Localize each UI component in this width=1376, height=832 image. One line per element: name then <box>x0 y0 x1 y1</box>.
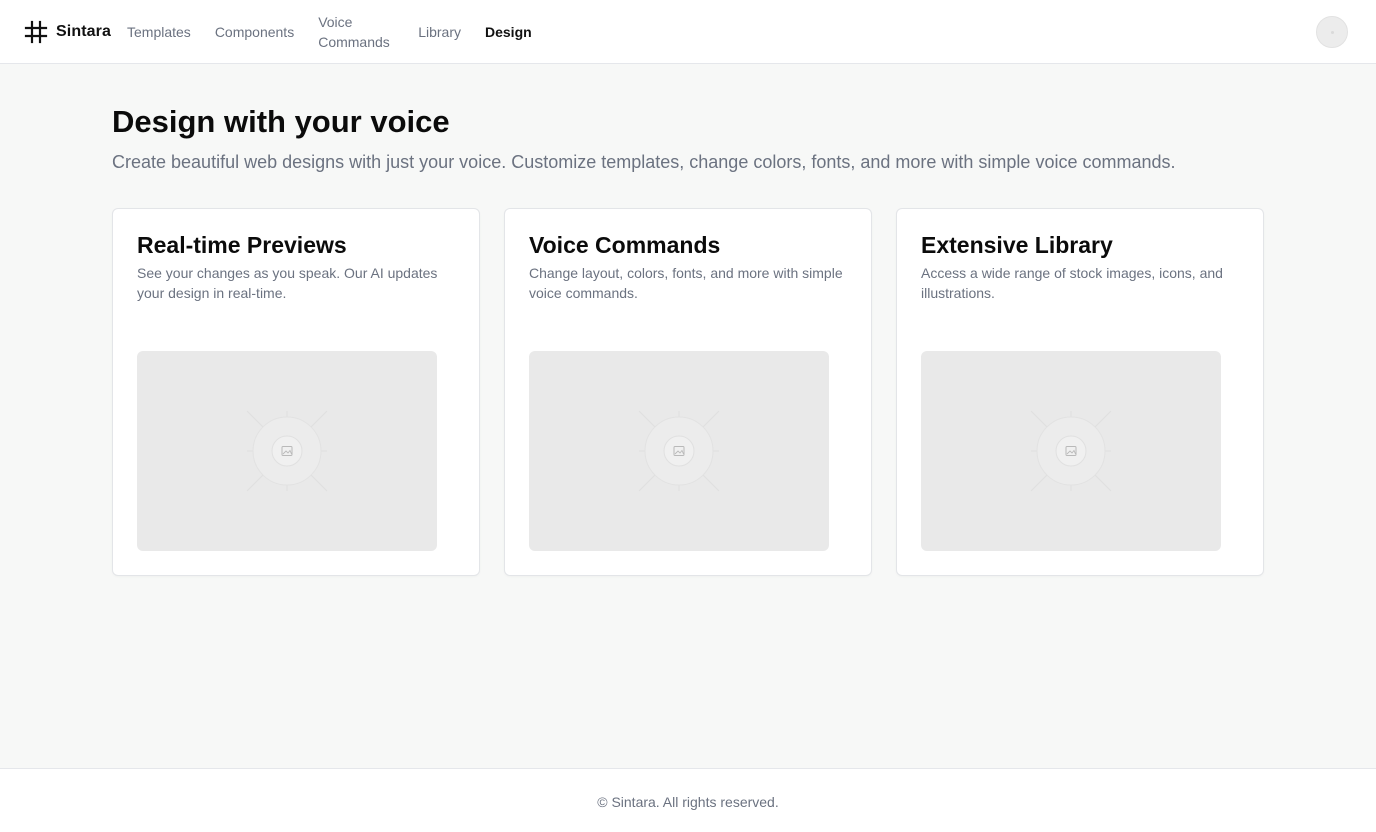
card-image-placeholder <box>137 351 437 551</box>
page-title: Design with your voice <box>112 104 450 139</box>
top-navigation-bar: Sintara Templates Components Voice Comma… <box>0 0 1376 64</box>
nav-voice-commands-link[interactable]: Voice Commands <box>318 12 394 52</box>
hash-grid-icon <box>24 20 48 44</box>
user-avatar-icon[interactable] <box>1316 16 1348 48</box>
main-nav: Templates Components Voice Commands Libr… <box>127 0 532 64</box>
feature-card-voice-commands: Voice Commands Change layout, colors, fo… <box>504 208 872 576</box>
card-image-placeholder <box>529 351 829 551</box>
copyright-text: © Sintara. All rights reserved. <box>597 794 779 810</box>
card-description: Access a wide range of stock images, ico… <box>921 265 1223 301</box>
card-description: See your changes as you speak. Our AI up… <box>137 265 438 301</box>
nav-templates-link[interactable]: Templates <box>127 22 191 42</box>
brand-logo-link[interactable]: Sintara <box>24 20 111 44</box>
page-subtitle: Create beautiful web designs with just y… <box>112 152 1176 172</box>
nav-design-link[interactable]: Design <box>485 22 532 42</box>
card-title: Voice Commands <box>529 232 721 258</box>
image-placeholder-icon <box>1030 410 1112 492</box>
card-title: Real-time Previews <box>137 232 347 258</box>
card-image-placeholder <box>921 351 1221 551</box>
image-placeholder-icon <box>246 410 328 492</box>
feature-card-realtime-previews: Real-time Previews See your changes as y… <box>112 208 480 576</box>
card-title: Extensive Library <box>921 232 1113 258</box>
nav-components-link[interactable]: Components <box>215 22 294 42</box>
card-description: Change layout, colors, fonts, and more w… <box>529 265 843 301</box>
image-placeholder-icon <box>638 410 720 492</box>
brand-name: Sintara <box>56 23 111 40</box>
feature-card-extensive-library: Extensive Library Access a wide range of… <box>896 208 1264 576</box>
nav-library-link[interactable]: Library <box>418 22 461 42</box>
page-footer: © Sintara. All rights reserved. <box>0 768 1376 832</box>
